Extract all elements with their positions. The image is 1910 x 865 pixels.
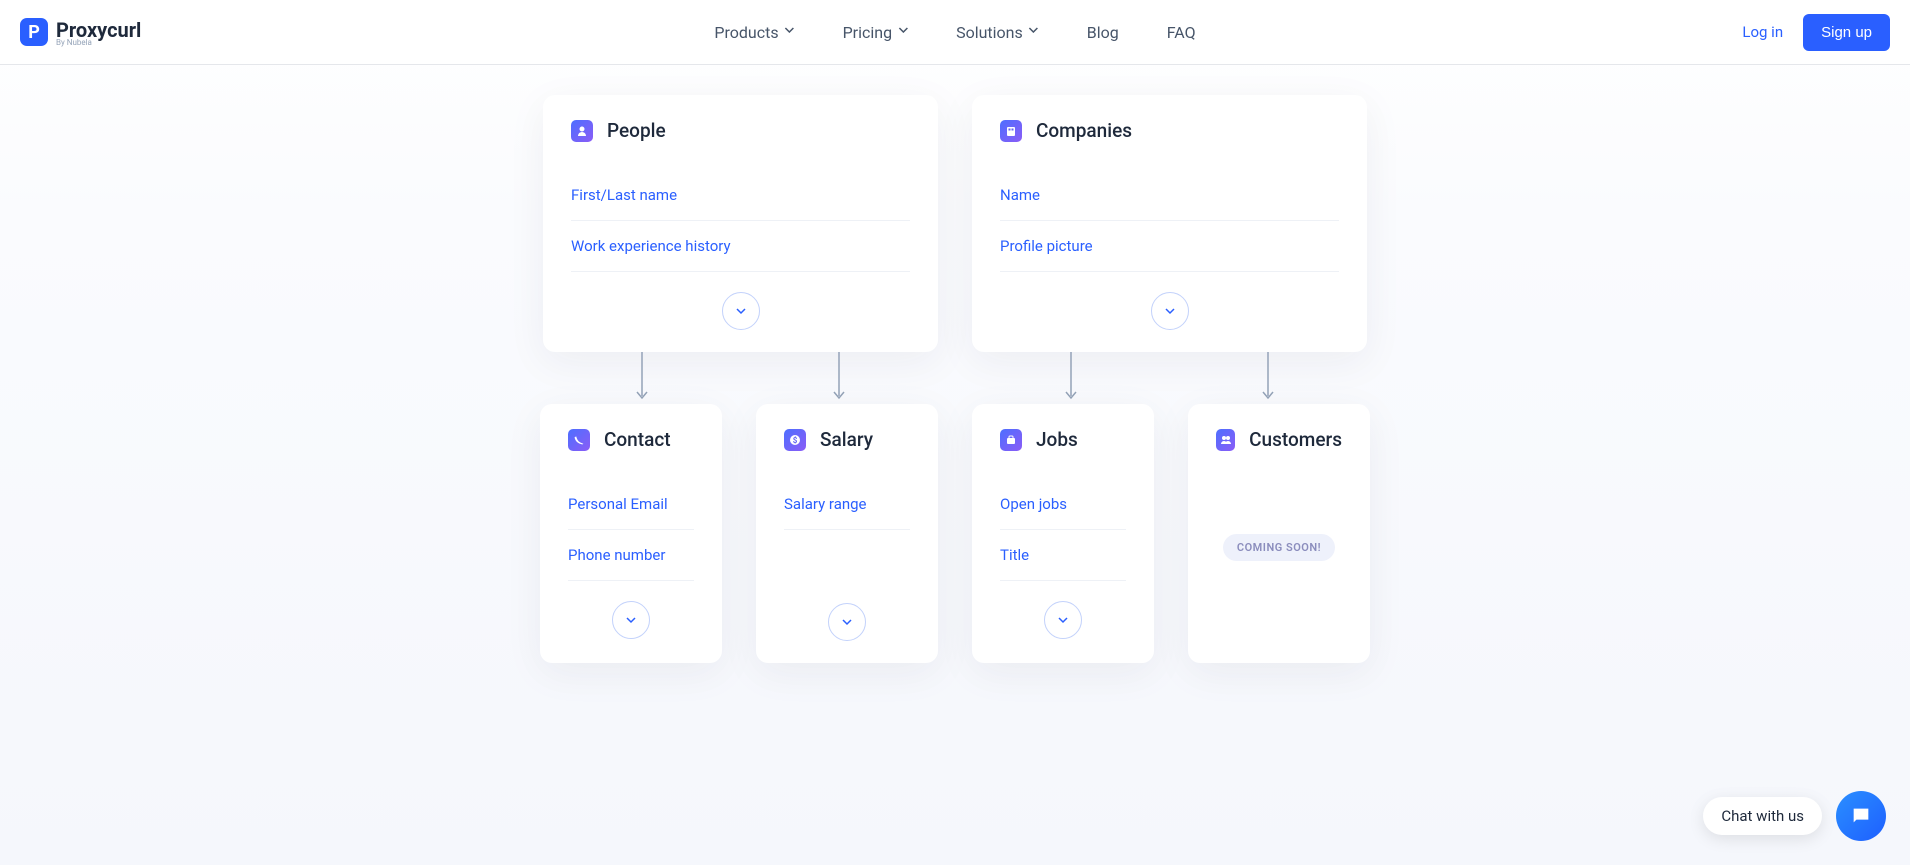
- card-title: Contact: [604, 428, 671, 451]
- chevron-down-icon: [785, 27, 795, 37]
- building-icon: [1000, 120, 1022, 142]
- salary-card: $ Salary Salary range: [756, 404, 938, 663]
- card-item-link[interactable]: Phone number: [568, 530, 694, 581]
- nav-faq[interactable]: FAQ: [1167, 23, 1196, 42]
- chevron-down-icon: [898, 27, 908, 37]
- card-item-link[interactable]: Profile picture: [1000, 221, 1339, 272]
- chat-icon: [1850, 805, 1872, 827]
- logo[interactable]: P Proxycurl By Nubela: [20, 18, 141, 47]
- person-icon: [571, 120, 593, 142]
- card-item-link[interactable]: Open jobs: [1000, 479, 1126, 530]
- companies-card: Companies Name Profile picture: [972, 95, 1367, 352]
- nav-blog[interactable]: Blog: [1087, 23, 1119, 42]
- coming-soon-badge: COMING SOON!: [1223, 534, 1335, 561]
- header-actions: Log in Sign up: [1742, 14, 1890, 51]
- chevron-down-icon: [735, 307, 747, 315]
- card-title: Companies: [1036, 119, 1132, 142]
- chevron-down-icon: [841, 618, 853, 626]
- arrow-down-icon: [1261, 352, 1275, 404]
- chevron-down-icon: [1057, 616, 1069, 624]
- card-item-link[interactable]: Salary range: [784, 479, 910, 530]
- main-content: People First/Last name Work experience h…: [355, 65, 1555, 703]
- nav-products[interactable]: Products: [714, 23, 794, 42]
- main-nav: Products Pricing Solutions Blog FAQ: [714, 23, 1195, 42]
- signup-button[interactable]: Sign up: [1803, 14, 1890, 51]
- briefcase-icon: [1000, 429, 1022, 451]
- expand-button[interactable]: [1044, 601, 1082, 639]
- chat-label[interactable]: Chat with us: [1703, 797, 1822, 835]
- people-card: People First/Last name Work experience h…: [543, 95, 938, 352]
- people-icon: [1216, 429, 1235, 451]
- expand-button[interactable]: [722, 292, 760, 330]
- arrow-down-icon: [635, 352, 649, 404]
- connector-arrows: [355, 352, 1555, 404]
- chevron-down-icon: [1029, 27, 1039, 37]
- nav-pricing[interactable]: Pricing: [843, 23, 909, 42]
- expand-button[interactable]: [612, 601, 650, 639]
- contact-card: Contact Personal Email Phone number: [540, 404, 722, 663]
- card-item-link[interactable]: Personal Email: [568, 479, 694, 530]
- jobs-card: Jobs Open jobs Title: [972, 404, 1154, 663]
- card-item-link[interactable]: Name: [1000, 170, 1339, 221]
- card-item-link[interactable]: Title: [1000, 530, 1126, 581]
- nav-solutions[interactable]: Solutions: [956, 23, 1039, 42]
- arrow-down-icon: [1064, 352, 1078, 404]
- card-item-link[interactable]: First/Last name: [571, 170, 910, 221]
- logo-icon: P: [20, 18, 48, 46]
- chevron-down-icon: [1164, 307, 1176, 315]
- customers-card: Customers COMING SOON!: [1188, 404, 1370, 663]
- svg-text:$: $: [793, 436, 798, 445]
- main-header: P Proxycurl By Nubela Products Pricing S…: [0, 0, 1910, 65]
- chevron-down-icon: [625, 616, 637, 624]
- card-title: Salary: [820, 428, 873, 451]
- phone-icon: [568, 429, 590, 451]
- chat-button[interactable]: [1836, 791, 1886, 841]
- chat-widget: Chat with us: [1703, 791, 1886, 841]
- card-title: Customers: [1249, 428, 1342, 451]
- card-title: People: [607, 119, 666, 142]
- card-title: Jobs: [1036, 428, 1078, 451]
- dollar-icon: $: [784, 429, 806, 451]
- expand-button[interactable]: [1151, 292, 1189, 330]
- card-item-link[interactable]: Work experience history: [571, 221, 910, 272]
- arrow-down-icon: [832, 352, 846, 404]
- login-link[interactable]: Log in: [1742, 23, 1783, 41]
- expand-button[interactable]: [828, 603, 866, 641]
- top-cards-row: People First/Last name Work experience h…: [355, 95, 1555, 352]
- bottom-cards-row: Contact Personal Email Phone number $ Sa…: [355, 404, 1555, 663]
